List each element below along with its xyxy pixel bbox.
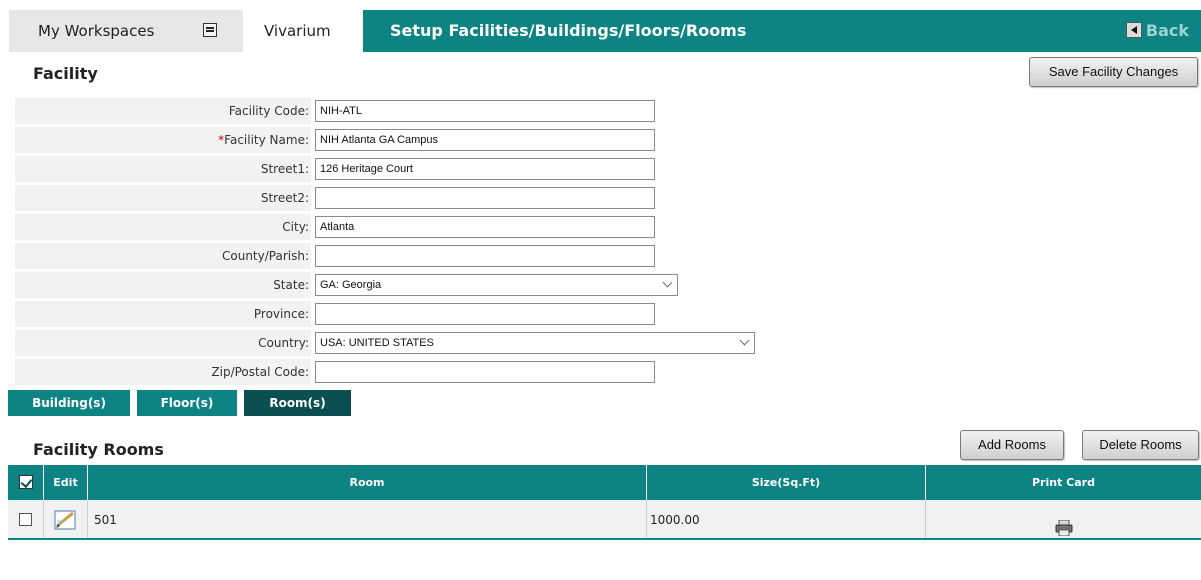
select-all-icon[interactable]	[18, 475, 33, 489]
add-rooms-button[interactable]: Add Rooms	[960, 430, 1064, 460]
facility-name-input[interactable]: NIH Atlanta GA Campus	[315, 129, 655, 151]
form-row-facility-name: *Facility Name: NIH Atlanta GA Campus	[15, 125, 1201, 154]
col-edit: Edit	[44, 465, 88, 500]
country-select[interactable]: USA: UNITED STATES	[315, 332, 755, 354]
street1-input[interactable]: 126 Heritage Court	[315, 158, 655, 180]
street2-label: Street2:	[15, 185, 311, 211]
table-row: 501 1000.00	[8, 500, 1201, 540]
form-row-zip: Zip/Postal Code:	[15, 357, 1201, 386]
facility-name-label: *Facility Name:	[15, 127, 311, 153]
row-edit-cell	[44, 500, 88, 538]
col-room[interactable]: Room	[88, 465, 647, 500]
form-row-city: City: Atlanta	[15, 212, 1201, 241]
my-workspaces-label: My Workspaces	[38, 22, 155, 40]
col-size[interactable]: Size(Sq.Ft)	[647, 465, 926, 500]
tab-rooms[interactable]: Room(s)	[244, 390, 351, 416]
back-label: Back	[1145, 21, 1189, 40]
state-select-value: GA: Georgia	[320, 279, 382, 291]
tab-floors[interactable]: Floor(s)	[137, 390, 237, 416]
form-row-state: State: GA: Georgia	[15, 270, 1201, 299]
page-title-bar: Setup Facilities/Buildings/Floors/Rooms …	[363, 10, 1201, 52]
select-all-cell[interactable]	[8, 465, 44, 500]
workspace-dropdown-icon[interactable]	[203, 23, 217, 37]
province-label: Province:	[15, 301, 311, 327]
vivarium-label: Vivarium	[264, 22, 331, 40]
facility-section-title: Facility	[33, 64, 98, 83]
back-arrow-icon	[1125, 22, 1142, 38]
zip-label: Zip/Postal Code:	[15, 359, 311, 385]
street2-input[interactable]	[315, 187, 655, 209]
tab-buildings[interactable]: Building(s)	[8, 390, 130, 416]
chevron-down-icon	[739, 335, 750, 346]
province-input[interactable]	[315, 303, 655, 325]
form-row-facility-code: Facility Code: NIH-ATL	[15, 96, 1201, 125]
delete-rooms-button[interactable]: Delete Rooms	[1082, 430, 1199, 460]
row-room: 501	[88, 500, 647, 538]
print-card-icon[interactable]	[1055, 512, 1073, 537]
zip-input[interactable]	[315, 361, 655, 383]
my-workspaces-tab[interactable]: My Workspaces	[9, 10, 243, 52]
page-title: Setup Facilities/Buildings/Floors/Rooms	[390, 21, 747, 40]
facility-code-label: Facility Code:	[15, 98, 311, 124]
col-print-card: Print Card	[1032, 476, 1095, 489]
rooms-table: Edit Room Size(Sq.Ft) Print Card 501 100…	[8, 465, 1201, 540]
form-row-province: Province:	[15, 299, 1201, 328]
form-row-county: County/Parish:	[15, 241, 1201, 270]
facility-rooms-title: Facility Rooms	[33, 440, 164, 459]
row-print-cell	[926, 500, 1201, 538]
edit-pencil-icon[interactable]	[53, 507, 79, 533]
row-checkbox[interactable]	[19, 513, 32, 526]
vivarium-tab[interactable]: Vivarium	[243, 10, 363, 52]
save-facility-changes-button[interactable]: Save Facility Changes	[1029, 57, 1198, 87]
county-label: County/Parish:	[15, 243, 311, 269]
state-label: State:	[15, 272, 311, 298]
country-label: Country:	[15, 330, 311, 356]
table-header: Edit Room Size(Sq.Ft) Print Card	[8, 465, 1201, 500]
facility-form: Facility Code: NIH-ATL *Facility Name: N…	[15, 96, 1201, 386]
chevron-down-icon	[662, 277, 673, 288]
state-select[interactable]: GA: Georgia	[315, 274, 678, 296]
back-button[interactable]: Back	[1125, 21, 1189, 41]
form-row-street2: Street2:	[15, 183, 1201, 212]
form-row-street1: Street1: 126 Heritage Court	[15, 154, 1201, 183]
city-label: City:	[15, 214, 311, 240]
facility-code-input[interactable]: NIH-ATL	[315, 100, 655, 122]
city-input[interactable]: Atlanta	[315, 216, 655, 238]
country-select-value: USA: UNITED STATES	[320, 337, 434, 349]
top-bar: My Workspaces Vivarium Setup Facilities/…	[9, 10, 1201, 52]
row-size: 1000.00	[647, 500, 926, 538]
form-row-country: Country: USA: UNITED STATES	[15, 328, 1201, 357]
row-checkbox-cell	[8, 500, 44, 538]
county-input[interactable]	[315, 245, 655, 267]
street1-label: Street1:	[15, 156, 311, 182]
